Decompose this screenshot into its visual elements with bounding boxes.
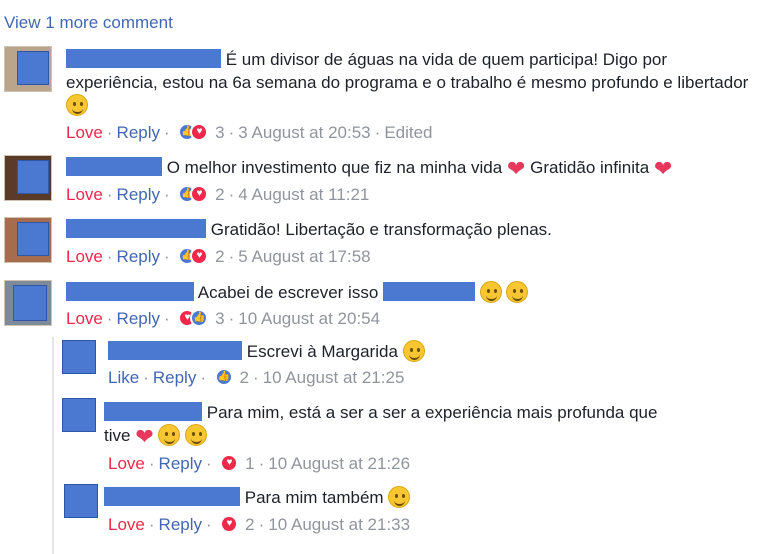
reply-body: Para mim, está a ser a ser a experiência… [104,402,658,449]
smile-emoji [388,486,411,508]
avatar[interactable] [64,484,98,518]
reaction-count[interactable]: 2 [245,515,254,534]
timestamp[interactable]: 5 August at 17:58 [238,247,370,266]
heart-emoji: ❤ [653,156,673,181]
redacted-author-name[interactable] [108,341,242,360]
redacted-author-name[interactable] [66,157,162,176]
love-reaction-icon: ♥ [190,185,209,203]
timestamp[interactable]: 10 August at 20:54 [238,309,380,328]
like-reaction-icon: 👍 [190,309,209,327]
comment-actions: Love · Reply · 👍 ♥ 2 · 5 August at 17:58 [66,246,371,266]
reaction-summary[interactable]: 👍 ♥ [178,122,210,142]
reply-actions: Love · Reply · ♥ 1 · 10 August at 21:26 [108,453,411,473]
redacted-author-name[interactable] [66,49,221,68]
reply-button[interactable]: Reply [153,368,196,387]
reaction-summary[interactable]: ♥ 👍 [178,308,210,328]
reply-button[interactable]: Reply [117,123,160,142]
avatar[interactable] [62,340,96,374]
love-button[interactable]: Love [66,309,103,328]
reply-button[interactable]: Reply [159,515,202,534]
reaction-summary[interactable]: 👍 ♥ [178,184,210,204]
comment-body: Gratidão! Libertação e transformação ple… [66,218,756,241]
wink-emoji [479,281,502,303]
reply-button[interactable]: Reply [159,454,202,473]
redacted-author-name[interactable] [66,282,194,301]
smile-emoji [402,340,425,362]
avatar[interactable] [4,280,52,326]
love-button[interactable]: Love [108,454,145,473]
reply-actions: Love · Reply · ♥ 2 · 10 August at 21:33 [108,514,411,534]
reaction-count[interactable]: 2 [215,247,224,266]
avatar[interactable] [4,155,52,201]
avatar[interactable] [62,398,96,432]
heart-eyes-emoji [158,424,181,446]
avatar[interactable] [4,217,52,263]
reply-actions: Like · Reply · 👍 2 · 10 August at 21:25 [108,367,405,387]
timestamp[interactable]: 4 August at 11:21 [238,185,369,204]
love-reaction-icon: ♥ [220,515,239,533]
smile-emoji [66,94,88,116]
like-button[interactable]: Like [108,368,139,387]
love-button[interactable]: Love [66,123,103,142]
comment-body: Acabei de escrever isso [66,281,756,304]
love-button[interactable]: Love [66,247,103,266]
love-reaction-icon: ♥ [190,123,209,141]
redacted-author-name[interactable] [104,402,202,421]
timestamp[interactable]: 10 August at 21:33 [268,515,410,534]
comment-actions: Love · Reply · 👍 ♥ 2 · 4 August at 11:21 [66,184,370,204]
redacted-author-name[interactable] [66,219,206,238]
comment-body: O melhor investimento que fiz na minha v… [66,156,756,180]
reply-body: Para mim também [104,486,724,509]
kiss-emoji [185,424,208,446]
reaction-summary[interactable]: ♥ [220,514,240,534]
love-button[interactable]: Love [108,515,145,534]
love-reaction-icon: ♥ [220,454,239,472]
reply-thread-line [52,337,54,554]
reply-button[interactable]: Reply [117,247,160,266]
reaction-count[interactable]: 2 [239,368,248,387]
love-reaction-icon: ♥ [190,247,209,265]
timestamp[interactable]: 10 August at 21:26 [268,454,410,473]
like-reaction-icon: 👍 [214,368,233,386]
reply-button[interactable]: Reply [117,309,160,328]
reply-button[interactable]: Reply [117,185,160,204]
avatar[interactable] [4,46,52,92]
comment-actions: Love · Reply · 👍 ♥ 3 · 3 August at 20:53 · Edite… [66,122,433,142]
reaction-count[interactable]: 3 [215,309,224,328]
heart-emoji: ❤ [506,156,526,181]
reply-body: Escrevi à Margarida [108,340,758,363]
timestamp[interactable]: 10 August at 21:25 [263,368,405,387]
heart-emoji: ❤ [135,424,154,449]
redacted-tagged-name[interactable] [383,282,476,301]
reaction-summary[interactable]: ♥ [220,453,240,473]
edited-label[interactable]: Edited [384,123,432,142]
reaction-count[interactable]: 3 [215,123,224,142]
comment-actions: Love · Reply · ♥ 👍 3 · 10 August at 20:54 [66,308,381,328]
reaction-count[interactable]: 1 [245,454,254,473]
reaction-summary[interactable]: 👍 [214,367,235,387]
laugh-emoji [506,281,529,303]
view-more-comments-link[interactable]: View 1 more comment [4,13,173,33]
redacted-author-name[interactable] [104,487,240,506]
love-button[interactable]: Love [66,185,103,204]
comment-body: É um divisor de águas na vida de quem pa… [66,48,756,117]
timestamp[interactable]: 3 August at 20:53 [238,123,370,142]
reaction-summary[interactable]: 👍 ♥ [178,246,210,266]
reaction-count[interactable]: 2 [215,185,224,204]
